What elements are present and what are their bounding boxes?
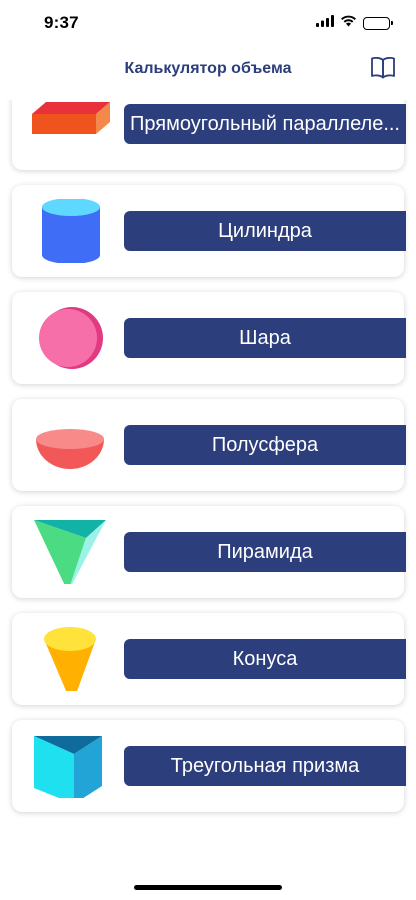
battery-icon: [363, 16, 393, 30]
status-bar: 9:37: [0, 0, 416, 46]
signal-icon: [316, 14, 334, 32]
cone-button[interactable]: Конуса: [124, 639, 406, 679]
shape-card-prism[interactable]: Треугольная призма: [12, 720, 406, 812]
box-button[interactable]: Прямоугольный параллеле...: [124, 104, 406, 144]
status-icons: [316, 14, 393, 32]
shape-card-cone[interactable]: Конуса: [12, 613, 406, 705]
prism-icon: [28, 734, 112, 798]
pyramid-icon: [28, 520, 112, 584]
shape-card-hemisphere[interactable]: Полусфера: [12, 399, 406, 491]
hemisphere-button[interactable]: Полусфера: [124, 425, 406, 465]
shape-card-cylinder[interactable]: Цилиндра: [12, 185, 406, 277]
navigation-bar: Калькулятор объема: [0, 46, 416, 100]
shape-card-sphere[interactable]: Шара: [12, 292, 406, 384]
sphere-icon: [28, 306, 112, 370]
hemisphere-icon: [28, 413, 112, 477]
pyramid-button[interactable]: Пирамида: [124, 532, 406, 572]
prism-button[interactable]: Треугольная призма: [124, 746, 406, 786]
home-indicator: [134, 885, 282, 890]
cylinder-icon: [28, 199, 112, 263]
shape-card-pyramid[interactable]: Пирамида: [12, 506, 406, 598]
page-title: Калькулятор объема: [124, 60, 292, 77]
wifi-icon: [340, 14, 357, 32]
status-time: 9:37: [44, 13, 79, 32]
box-icon: [28, 100, 112, 156]
shape-list: Прямоугольный параллеле... Цилиндра Шара: [0, 100, 416, 830]
sphere-button[interactable]: Шара: [124, 318, 406, 358]
cone-icon: [28, 627, 112, 691]
shape-card-box[interactable]: Прямоугольный параллеле...: [12, 100, 406, 170]
cylinder-button[interactable]: Цилиндра: [124, 211, 406, 251]
book-icon[interactable]: [370, 55, 396, 79]
